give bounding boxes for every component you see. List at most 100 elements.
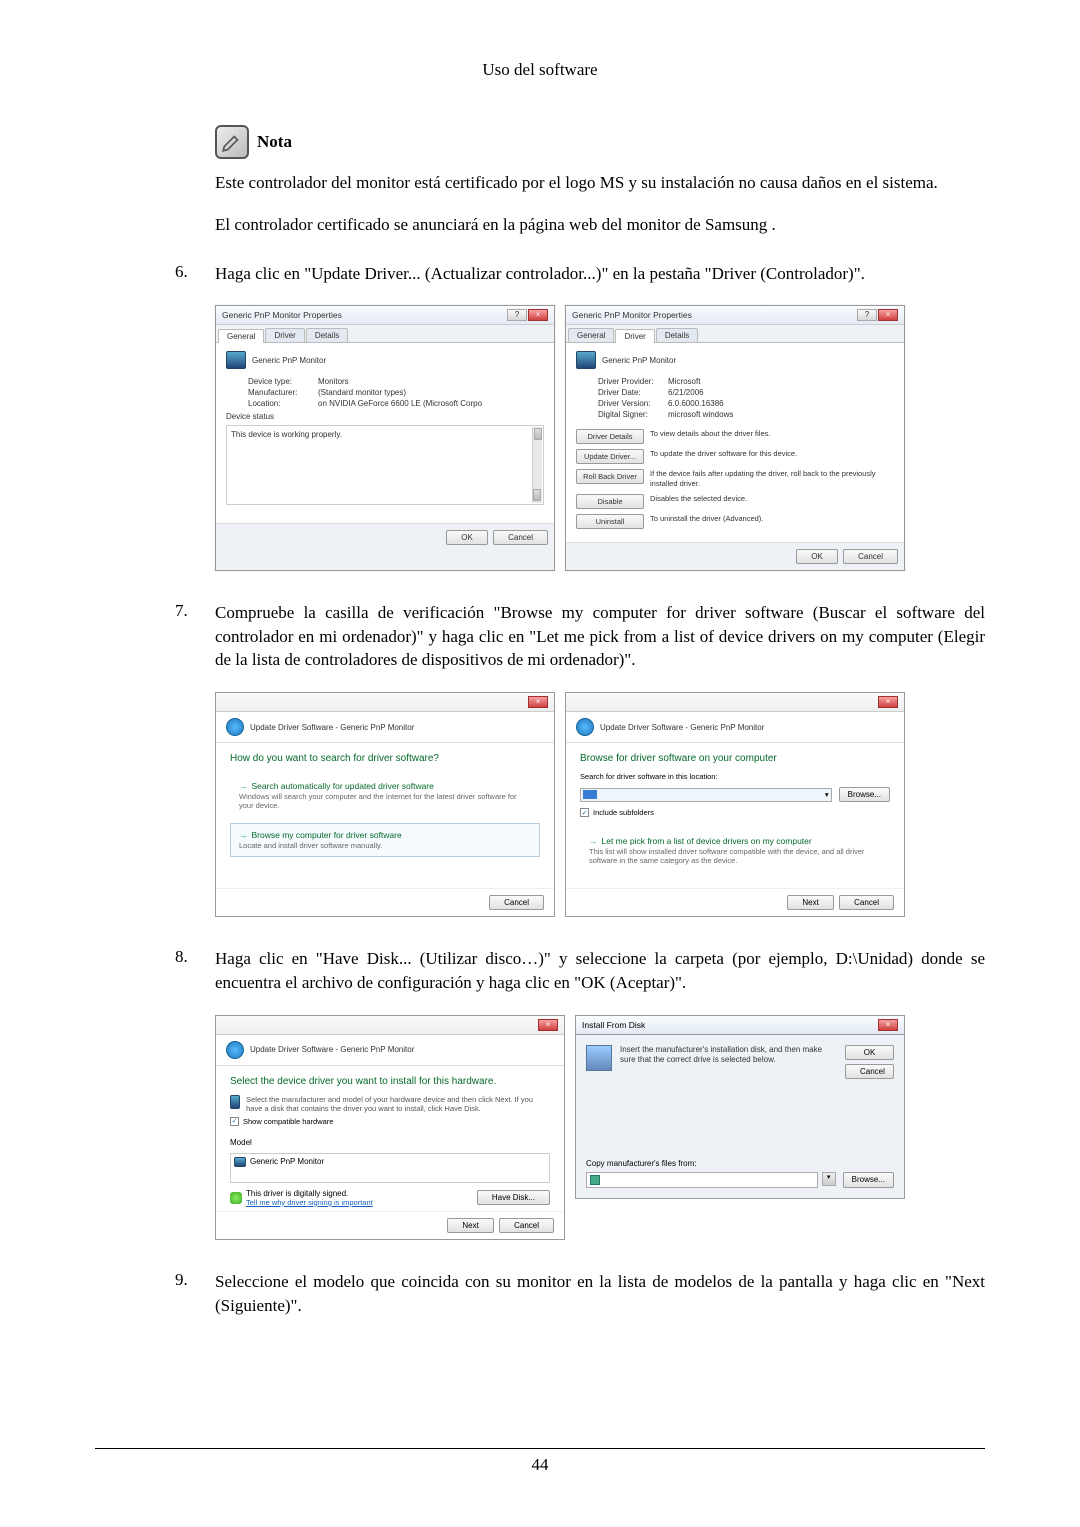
wizard-heading: Select the device driver you want to ins… bbox=[216, 1066, 564, 1091]
device-status-box: This device is working properly. bbox=[226, 425, 544, 505]
monitor-icon bbox=[226, 351, 246, 369]
have-disk-button[interactable]: Have Disk... bbox=[477, 1190, 550, 1205]
page-header: Uso del software bbox=[95, 60, 985, 80]
next-button[interactable]: Next bbox=[447, 1218, 493, 1233]
option-browse-computer[interactable]: →Browse my computer for driver software … bbox=[230, 823, 540, 857]
update-driver-button[interactable]: Update Driver... bbox=[576, 449, 644, 464]
properties-dialog-driver: Generic PnP Monitor Properties ? × Gener… bbox=[565, 305, 905, 571]
ok-button[interactable]: OK bbox=[796, 549, 838, 564]
option-title: Browse my computer for driver software bbox=[252, 830, 402, 840]
driver-date-value: 6/21/2006 bbox=[668, 388, 704, 397]
rollback-driver-button[interactable]: Roll Back Driver bbox=[576, 469, 644, 484]
model-header: Model bbox=[230, 1138, 550, 1147]
close-button[interactable]: × bbox=[528, 309, 548, 321]
note-label: Nota bbox=[215, 125, 292, 159]
option-sub: Locate and install driver software manua… bbox=[239, 841, 531, 850]
disable-button[interactable]: Disable bbox=[576, 494, 644, 509]
wizard-heading: How do you want to search for driver sof… bbox=[216, 743, 554, 768]
close-button[interactable]: × bbox=[878, 696, 898, 708]
driver-details-button[interactable]: Driver Details bbox=[576, 429, 644, 444]
ok-button[interactable]: OK bbox=[845, 1045, 894, 1060]
browse-button[interactable]: Browse... bbox=[843, 1172, 894, 1188]
tab-driver[interactable]: Driver bbox=[265, 328, 304, 342]
model-item[interactable]: Generic PnP Monitor bbox=[250, 1157, 324, 1166]
note-paragraph-2: El controlador certificado se anunciará … bbox=[215, 213, 985, 237]
cancel-button[interactable]: Cancel bbox=[843, 549, 898, 564]
ok-button[interactable]: OK bbox=[446, 530, 488, 545]
step-8-text: Haga clic en "Have Disk... (Utilizar dis… bbox=[215, 947, 985, 995]
note-text: Nota bbox=[257, 132, 292, 152]
option-search-auto[interactable]: →Search automatically for updated driver… bbox=[230, 774, 540, 817]
help-button[interactable]: ? bbox=[857, 309, 877, 321]
dropdown-arrow[interactable]: ▾ bbox=[822, 1172, 836, 1186]
horizontal-rule bbox=[95, 1448, 985, 1449]
disable-desc: Disables the selected device. bbox=[650, 494, 894, 504]
copy-from-label: Copy manufacturer's files from: bbox=[586, 1159, 894, 1168]
wizard-breadcrumb: Update Driver Software - Generic PnP Mon… bbox=[250, 723, 414, 732]
device-name: Generic PnP Monitor bbox=[252, 356, 326, 365]
driver-version-value: 6.0.6000.16386 bbox=[668, 399, 724, 408]
monitor-icon bbox=[234, 1157, 246, 1167]
back-button[interactable] bbox=[226, 1041, 244, 1059]
tab-details[interactable]: Details bbox=[306, 328, 348, 342]
install-from-disk-dialog: Install From Disk × Insert the manufactu… bbox=[575, 1015, 905, 1240]
back-button[interactable] bbox=[576, 718, 594, 736]
floppy-icon bbox=[586, 1045, 612, 1071]
option-sub: Windows will search your computer and th… bbox=[239, 792, 531, 810]
tab-driver[interactable]: Driver bbox=[615, 329, 654, 343]
wizard-subtext: Select the manufacturer and model of you… bbox=[246, 1095, 550, 1113]
copy-path-input[interactable] bbox=[586, 1172, 818, 1188]
device-type-label: Device type: bbox=[248, 377, 318, 386]
tab-general[interactable]: General bbox=[568, 328, 614, 342]
close-button[interactable]: × bbox=[878, 1019, 898, 1031]
tab-general[interactable]: General bbox=[218, 329, 264, 343]
path-input[interactable]: ▾ bbox=[580, 788, 832, 802]
dialog-title: Generic PnP Monitor Properties bbox=[572, 310, 692, 320]
step-7-number: 7. bbox=[175, 601, 215, 672]
signing-link[interactable]: Tell me why driver signing is important bbox=[246, 1198, 373, 1207]
browse-button[interactable]: Browse... bbox=[839, 787, 890, 802]
model-list[interactable]: Generic PnP Monitor bbox=[230, 1153, 550, 1183]
driver-provider-value: Microsoft bbox=[668, 377, 700, 386]
manufacturer-value: (Standard monitor types) bbox=[318, 388, 406, 397]
option-let-me-pick[interactable]: →Let me pick from a list of device drive… bbox=[580, 829, 890, 872]
tab-details[interactable]: Details bbox=[656, 328, 698, 342]
wizard-browse-location: × Update Driver Software - Generic PnP M… bbox=[565, 692, 905, 917]
note-paragraph-1: Este controlador del monitor está certif… bbox=[215, 171, 985, 195]
driver-date-label: Driver Date: bbox=[598, 388, 668, 397]
pencil-icon bbox=[215, 125, 249, 159]
step-6-number: 6. bbox=[175, 262, 215, 286]
location-label: Location: bbox=[248, 399, 318, 408]
close-button[interactable]: × bbox=[538, 1019, 558, 1031]
update-driver-desc: To update the driver software for this d… bbox=[650, 449, 894, 459]
shield-icon bbox=[230, 1192, 242, 1204]
properties-dialog-general: Generic PnP Monitor Properties ? × Gener… bbox=[215, 305, 555, 571]
close-button[interactable]: × bbox=[528, 696, 548, 708]
step-6-text: Haga clic en "Update Driver... (Actualiz… bbox=[215, 262, 985, 286]
cancel-button[interactable]: Cancel bbox=[493, 530, 548, 545]
uninstall-button[interactable]: Uninstall bbox=[576, 514, 644, 529]
driver-version-label: Driver Version: bbox=[598, 399, 668, 408]
include-subfolders-checkbox[interactable]: ✓ bbox=[580, 808, 589, 817]
show-compatible-checkbox[interactable]: ✓ bbox=[230, 1117, 239, 1126]
help-button[interactable]: ? bbox=[507, 309, 527, 321]
option-title: Search automatically for updated driver … bbox=[252, 781, 434, 791]
dialog-title: Install From Disk bbox=[582, 1020, 645, 1030]
driver-provider-label: Driver Provider: bbox=[598, 377, 668, 386]
cancel-button[interactable]: Cancel bbox=[489, 895, 544, 910]
step-8-number: 8. bbox=[175, 947, 215, 995]
cancel-button[interactable]: Cancel bbox=[499, 1218, 554, 1233]
location-value: on NVIDIA GeForce 6600 LE (Microsoft Cor… bbox=[318, 399, 482, 408]
wizard-select-driver: × Update Driver Software - Generic PnP M… bbox=[215, 1015, 565, 1240]
include-subfolders-label: Include subfolders bbox=[593, 808, 654, 817]
option-sub: This list will show installed driver sof… bbox=[589, 847, 881, 865]
scrollbar[interactable] bbox=[532, 427, 542, 503]
digital-signer-label: Digital Signer: bbox=[598, 410, 668, 419]
close-button[interactable]: × bbox=[878, 309, 898, 321]
install-text: Insert the manufacturer's installation d… bbox=[620, 1045, 834, 1145]
cancel-button[interactable]: Cancel bbox=[839, 895, 894, 910]
back-button[interactable] bbox=[226, 718, 244, 736]
next-button[interactable]: Next bbox=[787, 895, 833, 910]
show-compatible-label: Show compatible hardware bbox=[243, 1117, 333, 1126]
cancel-button[interactable]: Cancel bbox=[845, 1064, 894, 1079]
